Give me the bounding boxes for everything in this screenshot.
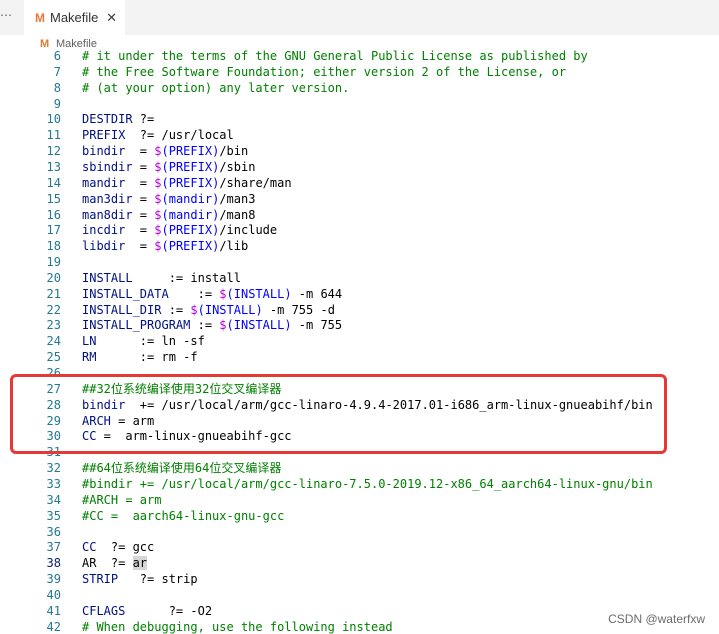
line-number: 16: [46, 207, 61, 222]
code-text: man8dir = $(mandir)/man8: [82, 207, 256, 222]
line-number: 36: [46, 524, 61, 539]
code-line[interactable]: 8 # (at your option) any later version.: [0, 80, 719, 96]
line-number: 8: [53, 80, 61, 95]
code-text: man3dir = $(mandir)/man3: [82, 191, 256, 206]
line-number: 23: [46, 318, 61, 333]
watermark: CSDN @waterfxw: [608, 612, 705, 626]
line-number: 25: [46, 350, 61, 365]
code-text: # the Free Software Foundation; either v…: [82, 64, 567, 79]
code-line[interactable]: 6 # it under the terms of the GNU General…: [0, 48, 719, 64]
code-line[interactable]: 21 INSTALL_DATA := $(INSTALL) -m 644: [0, 286, 719, 302]
tab-bar: ⋯ M Makefile ✕: [0, 0, 719, 35]
code-text: #ARCH = arm: [82, 492, 162, 507]
code-line[interactable]: 39 STRIP ?= strip: [0, 571, 719, 587]
code-text: #CC = aarch64-linux-gnu-gcc: [82, 508, 285, 523]
code-line[interactable]: 25 RM := rm -f: [0, 349, 719, 365]
code-text: LN := ln -sf: [82, 334, 205, 349]
line-number: 18: [46, 239, 61, 254]
line-number: 17: [46, 223, 61, 238]
code-line[interactable]: 14 mandir = $(PREFIX)/share/man: [0, 175, 719, 191]
line-number: 12: [46, 144, 61, 159]
code-line[interactable]: 36: [0, 524, 719, 540]
line-number: 6: [53, 49, 61, 63]
code-line[interactable]: 19: [0, 254, 719, 270]
code-line[interactable]: 7 # the Free Software Foundation; either …: [0, 64, 719, 80]
code-line[interactable]: 33 #bindir += /usr/local/arm/gcc-linaro-7…: [0, 476, 719, 492]
tab-makefile[interactable]: M Makefile ✕: [24, 0, 126, 35]
line-number: 24: [46, 334, 61, 349]
line-number: 11: [46, 128, 61, 143]
code-text: INSTALL_DIR := $(INSTALL) -m 755 -d: [82, 302, 335, 317]
line-number: 41: [46, 603, 61, 618]
code-line[interactable]: 18 libdir = $(PREFIX)/lib: [0, 238, 719, 254]
line-number: 38: [46, 556, 61, 571]
code-line[interactable]: 37 CC ?= gcc: [0, 539, 719, 555]
code-text: STRIP ?= strip: [82, 572, 198, 587]
code-line[interactable]: 22 INSTALL_DIR := $(INSTALL) -m 755 -d: [0, 302, 719, 318]
code-editor[interactable]: 6 # it under the terms of the GNU General…: [0, 48, 719, 634]
line-number: 35: [46, 508, 61, 523]
line-number: 10: [46, 112, 61, 127]
line-number: 21: [46, 286, 61, 301]
code-text: # When debugging, use the following inst…: [82, 619, 393, 634]
line-number: 9: [53, 96, 61, 111]
code-text: #bindir += /usr/local/arm/gcc-linaro-7.5…: [82, 476, 653, 491]
line-number: 19: [46, 255, 61, 270]
makefile-icon: M: [35, 10, 45, 25]
line-number: 15: [46, 191, 61, 206]
code-text: INSTALL_PROGRAM := $(INSTALL) -m 755: [82, 318, 343, 333]
line-number: 14: [46, 175, 61, 190]
code-line[interactable]: 17 incdir = $(PREFIX)/include: [0, 222, 719, 238]
line-number: 32: [46, 461, 61, 476]
code-line[interactable]: 13 sbindir = $(PREFIX)/sbin: [0, 159, 719, 175]
line-number: 42: [46, 619, 61, 634]
code-line[interactable]: 10 DESTDIR ?=: [0, 111, 719, 127]
line-number: 40: [46, 587, 61, 602]
tab-label: Makefile: [50, 10, 99, 25]
line-number: 33: [46, 476, 61, 491]
code-line[interactable]: 16 man8dir = $(mandir)/man8: [0, 207, 719, 223]
code-text: CC ?= gcc: [82, 540, 155, 555]
annotation-highlight-box: [10, 374, 667, 454]
line-number: 13: [46, 159, 61, 174]
code-line[interactable]: 20 INSTALL := install: [0, 270, 719, 286]
close-icon[interactable]: ✕: [106, 10, 117, 26]
line-number: 20: [46, 270, 61, 285]
code-text: RM := rm -f: [82, 350, 198, 365]
code-line[interactable]: 15 man3dir = $(mandir)/man3: [0, 191, 719, 207]
code-line[interactable]: 35 #CC = aarch64-linux-gnu-gcc: [0, 508, 719, 524]
code-text: mandir = $(PREFIX)/share/man: [82, 175, 292, 190]
code-text: ##64位系统编译使用64位交叉编译器: [82, 461, 282, 476]
code-line[interactable]: 24 LN := ln -sf: [0, 333, 719, 349]
code-text: INSTALL_DATA := $(INSTALL) -m 644: [82, 286, 343, 301]
code-line[interactable]: 32 ##64位系统编译使用64位交叉编译器: [0, 460, 719, 476]
code-text: AR ?= ar: [82, 556, 148, 571]
code-line[interactable]: 11 PREFIX ?= /usr/local: [0, 127, 719, 143]
code-text: PREFIX ?= /usr/local: [82, 128, 234, 143]
code-line[interactable]: 38 AR ?= ar: [0, 555, 719, 571]
line-number: 39: [46, 572, 61, 587]
code-line[interactable]: 34 #ARCH = arm: [0, 492, 719, 508]
code-text: sbindir = $(PREFIX)/sbin: [82, 159, 256, 174]
code-text: CFLAGS ?= -O2: [82, 603, 213, 618]
more-actions-icon[interactable]: ⋯: [0, 8, 14, 22]
line-number: 37: [46, 540, 61, 555]
code-text: DESTDIR ?=: [82, 112, 155, 127]
code-text: INSTALL := install: [82, 270, 241, 285]
code-line[interactable]: 40: [0, 587, 719, 603]
code-text: bindir = $(PREFIX)/bin: [82, 144, 249, 159]
code-line[interactable]: 23 INSTALL_PROGRAM := $(INSTALL) -m 755: [0, 317, 719, 333]
code-line[interactable]: 9: [0, 96, 719, 112]
code-line[interactable]: 12 bindir = $(PREFIX)/bin: [0, 143, 719, 159]
line-number: 34: [46, 492, 61, 507]
code-text: libdir = $(PREFIX)/lib: [82, 239, 249, 254]
line-number: 22: [46, 302, 61, 317]
code-text: # it under the terms of the GNU General …: [82, 49, 588, 63]
code-text: # (at your option) any later version.: [82, 80, 350, 95]
code-text: incdir = $(PREFIX)/include: [82, 223, 278, 238]
line-number: 7: [53, 64, 61, 79]
